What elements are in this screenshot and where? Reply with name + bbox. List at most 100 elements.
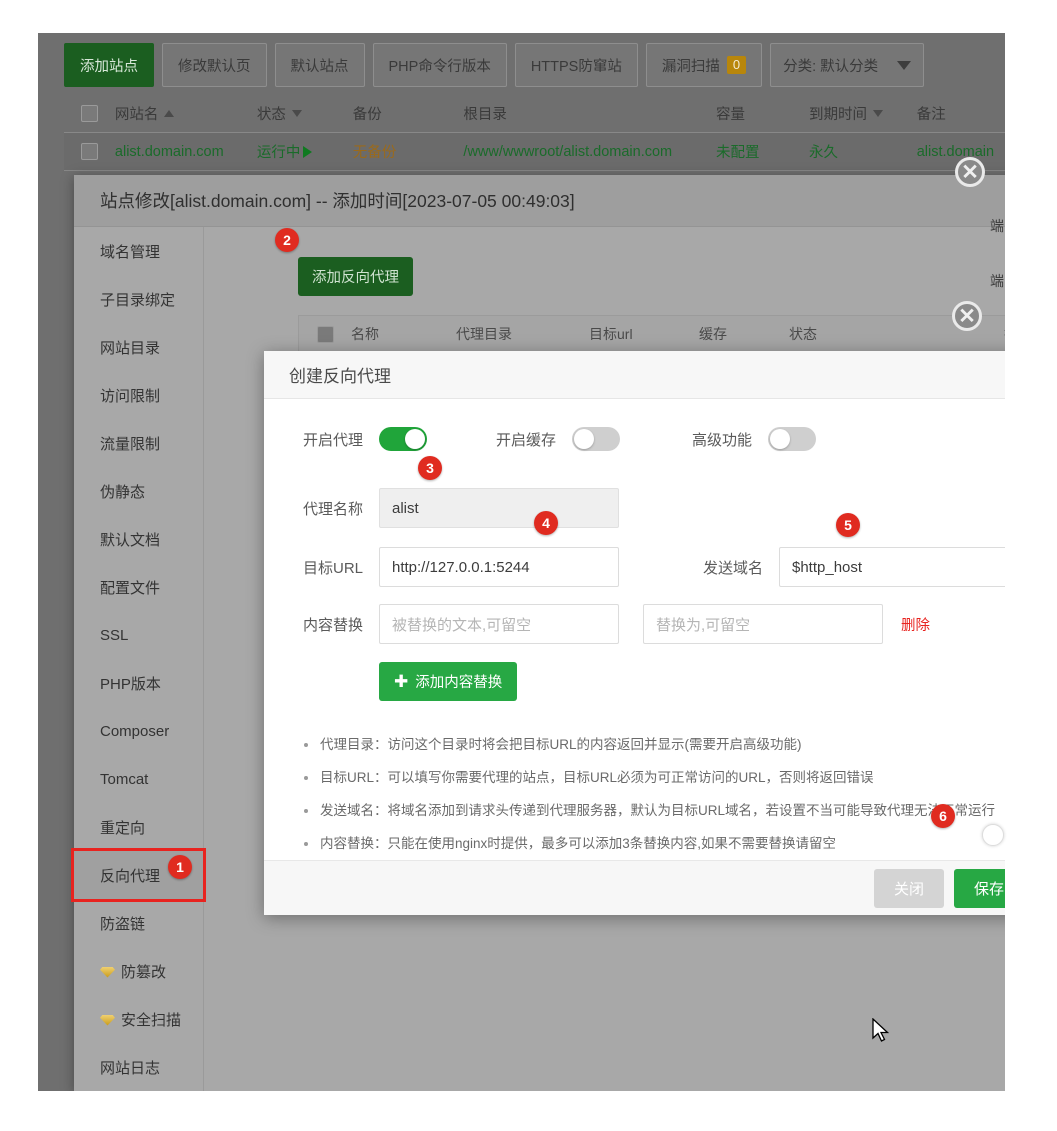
toggle-knob [405,429,425,449]
target-url-input[interactable]: http://127.0.0.1:5244 [379,547,619,587]
save-button[interactable]: 保存 [954,869,1005,908]
col-expire[interactable]: 到期时间 [809,103,917,124]
sidebar-item-php-version[interactable]: PHP版本 [74,659,203,707]
annotation-badge-2: 2 [275,228,299,252]
tip-item: 发送域名：将域名添加到请求头传递到代理服务器，默认为目标URL域名，若设置不当可… [294,801,1005,821]
annotation-badge-6: 6 [931,804,955,828]
add-reverse-proxy-button[interactable]: 添加反向代理 [298,257,413,296]
col-note-label: 备注 [917,107,946,123]
sidebar-item-domain[interactable]: 域名管理 [74,227,203,275]
advanced-toggle[interactable] [768,427,816,451]
vuln-scan-count: 0 [727,56,746,74]
toggle-knob [770,429,790,449]
send-domain-input[interactable]: $http_host [779,547,1005,587]
add-site-label: 添加站点 [80,55,138,76]
sidebar-item-config-file[interactable]: 配置文件 [74,563,203,611]
sidebar-item-traffic-limit[interactable]: 流量限制 [74,419,203,467]
col-note[interactable]: 备注 [917,103,1005,124]
replace-to-input[interactable]: 替换为,可留空 [643,604,883,644]
gem-icon [100,967,115,978]
chevron-down-icon [897,61,911,70]
proxy-col-cache: 缓存 [699,324,789,344]
proxy-name-input[interactable]: alist [379,488,619,528]
default-site-button[interactable]: 默认站点 [275,43,365,87]
enable-proxy-toggle[interactable] [379,427,427,451]
sidebar-item-label: 安全扫描 [121,1009,181,1030]
col-status[interactable]: 状态 [257,103,353,124]
sidebar-item-anti-tamper[interactable]: 防篡改 [74,947,203,995]
modify-default-page-button[interactable]: 修改默认页 [162,43,267,87]
sidebar-item-label: Composer [100,723,169,740]
proxy-name-value: alist [392,500,419,517]
proxy-select-all-checkbox[interactable] [299,326,351,343]
default-site-label: 默认站点 [291,55,349,76]
annotation-badge-1: 1 [168,855,192,879]
sidebar-item-anti-leech[interactable]: 防盗链 [74,899,203,947]
row-checkbox[interactable] [64,143,115,160]
bt-panel-page: 添加站点 修改默认页 默认站点 PHP命令行版本 HTTPS防窜站 漏洞扫描 0… [38,33,1005,1091]
replace-from-placeholder: 被替换的文本,可留空 [392,614,531,635]
sort-desc-icon [292,110,302,117]
delete-replace-link[interactable]: 删除 [901,614,930,635]
sidebar-item-label: 重定向 [100,817,145,838]
sidebar-item-webdir[interactable]: 网站目录 [74,323,203,371]
select-all-checkbox[interactable] [64,105,115,122]
col-capacity[interactable]: 容量 [716,103,809,124]
vuln-scan-label: 漏洞扫描 [662,55,720,76]
sidebar-item-ssl[interactable]: SSL [74,611,203,659]
col-sitename[interactable]: 网站名 [115,103,257,124]
add-site-button[interactable]: 添加站点 [64,43,154,87]
table-row[interactable]: alist.domain.com 运行中 无备份 /www/wwwroot/al… [64,133,1005,171]
bullet-icon [304,842,308,846]
close-button[interactable]: 关闭 [874,869,944,908]
checkbox-icon [317,326,334,343]
row-expire[interactable]: 永久 [809,141,917,162]
site-modify-title: 站点修改[alist.domain.com] -- 添加时间[2023-07-0… [74,175,1005,227]
row-note[interactable]: alist.domain [917,144,1005,160]
toggle-knob [574,429,594,449]
php-cli-version-button[interactable]: PHP命令行版本 [373,43,507,87]
sort-asc-icon [164,110,174,117]
sidebar-item-label: 防盗链 [100,913,145,934]
replace-from-input[interactable]: 被替换的文本,可留空 [379,604,619,644]
col-backup[interactable]: 备份 [353,103,464,124]
sidebar-item-label: 网站目录 [100,337,160,358]
sidebar-item-security-scan[interactable]: 安全扫描 [74,995,203,1043]
site-table: 网站名 状态 备份 根目录 容量 到期时间 备注 alist.domain.co… [64,95,1005,171]
sidebar-item-site-log[interactable]: 网站日志 [74,1043,203,1091]
sidebar-item-label: 域名管理 [100,241,160,262]
row-capacity[interactable]: 未配置 [716,141,809,162]
modify-default-page-label: 修改默认页 [178,55,251,76]
sidebar-item-label: 网站日志 [100,1057,160,1078]
tip-item: 目标URL：可以填写你需要代理的站点，目标URL必须为可正常访问的URL，否则将… [294,768,1005,788]
sort-desc-icon [873,110,883,117]
category-select[interactable]: 分类: 默认分类 [770,43,924,87]
close-icon[interactable]: ✕ [952,301,982,331]
screen: 添加站点 修改默认页 默认站点 PHP命令行版本 HTTPS防窜站 漏洞扫描 0… [0,0,1057,1131]
bullet-icon [304,809,308,813]
tip-item: 代理目录：访问这个目录时将会把目标URL的内容返回并显示(需要开启高级功能) [294,735,1005,755]
sidebar-item-composer[interactable]: Composer [74,707,203,755]
https-protect-button[interactable]: HTTPS防窜站 [515,43,638,87]
vuln-scan-button[interactable]: 漏洞扫描 0 [646,43,762,87]
close-icon[interactable]: ✕ [955,157,985,187]
col-rootdir[interactable]: 根目录 [463,103,716,124]
enable-cache-label: 开启缓存 [427,429,572,450]
tip-text: 发送域名：将域名添加到请求头传递到代理服务器，默认为目标URL域名，若设置不当可… [320,801,995,821]
row-backup[interactable]: 无备份 [353,141,464,162]
sidebar-item-label: SSL [100,627,128,644]
row-status[interactable]: 运行中 [257,141,353,162]
sidebar-item-tomcat[interactable]: Tomcat [74,755,203,803]
tip-text: 内容替换：只能在使用nginx时提供，最多可以添加3条替换内容,如果不需要替换请… [320,834,836,854]
sidebar-item-subdir[interactable]: 子目录绑定 [74,275,203,323]
row-rootdir[interactable]: /www/wwwroot/alist.domain.com [463,144,716,160]
sidebar-item-default-doc[interactable]: 默认文档 [74,515,203,563]
add-content-replace-button[interactable]: ✚ 添加内容替换 [379,662,517,701]
enable-cache-toggle[interactable] [572,427,620,451]
sidebar-item-rewrite[interactable]: 伪静态 [74,467,203,515]
sidebar-item-access-limit[interactable]: 访问限制 [74,371,203,419]
advanced-label: 高级功能 [620,429,768,450]
sidebar-item-redirect[interactable]: 重定向 [74,803,203,851]
row-sitename[interactable]: alist.domain.com [115,144,257,160]
hidden-column-text-2: 端 [990,271,1004,291]
